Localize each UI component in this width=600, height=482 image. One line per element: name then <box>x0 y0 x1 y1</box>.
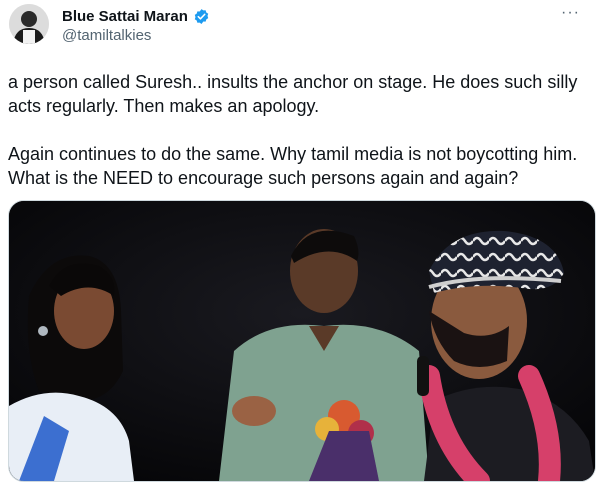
more-horizontal-icon[interactable]: ··· <box>561 4 580 22</box>
tweet-paragraph-2: Again continues to do the same. Why tami… <box>8 144 578 188</box>
avatar-image <box>9 4 49 44</box>
video-thumbnail-icon <box>9 201 595 481</box>
author-name[interactable]: Blue Sattai Maran <box>62 8 188 25</box>
author-handle[interactable]: @tamiltalkies <box>62 27 151 44</box>
author-row: Blue Sattai Maran <box>62 6 210 26</box>
tweet-media[interactable] <box>8 200 596 482</box>
tweet-text: a person called Suresh.. insults the anc… <box>8 70 598 190</box>
avatar[interactable] <box>9 4 49 44</box>
verified-badge-icon <box>194 8 209 24</box>
tweet-paragraph-1: a person called Suresh.. insults the anc… <box>8 72 578 116</box>
